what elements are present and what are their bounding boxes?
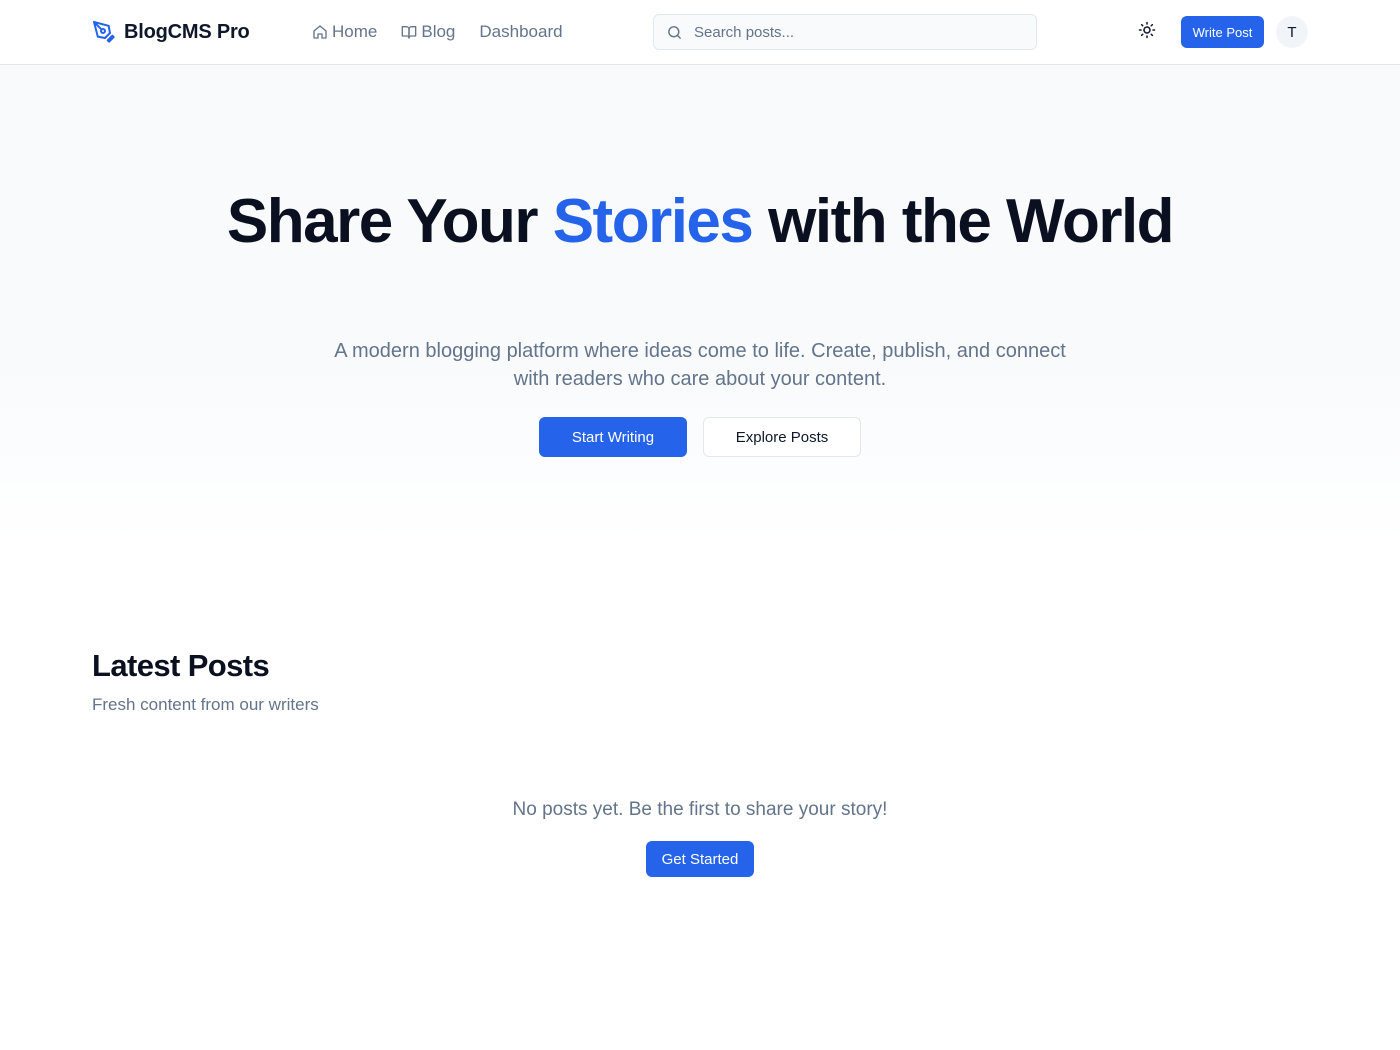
brand-name: BlogCMS Pro: [124, 20, 250, 43]
nav-item-label: Blog: [421, 22, 456, 41]
hero-subtitle: A modern blogging platform where ideas c…: [334, 340, 1066, 390]
hero-actions: Start Writing Explore Posts: [539, 417, 861, 457]
search-icon: [666, 24, 683, 41]
nav-item-label: Home: [332, 22, 378, 41]
book-open-icon: [401, 24, 417, 40]
nav-item-label: Dashboard: [479, 22, 563, 41]
pen-tool-icon: [92, 20, 116, 44]
nav-item-dashboard[interactable]: Dashboard: [479, 22, 562, 42]
nav-item-blog[interactable]: Blog: [401, 22, 455, 42]
theme-toggle-button[interactable]: [1132, 17, 1162, 47]
explore-posts-button[interactable]: Explore Posts: [703, 417, 861, 457]
search-box: [653, 14, 1037, 50]
hero-section: [0, 65, 1400, 545]
hero-title-accent: Stories: [552, 187, 754, 256]
write-post-button[interactable]: Write Post: [1181, 16, 1264, 48]
hero-title: Share Your Stories with the World: [200, 191, 1200, 253]
get-started-button[interactable]: Get Started: [646, 841, 754, 877]
main-nav: Home Blog Dashboard: [312, 20, 563, 44]
hero-title-part2: with the World: [768, 187, 1174, 256]
brand-logo[interactable]: BlogCMS Pro: [92, 19, 250, 45]
latest-posts-title: Latest Posts: [92, 648, 270, 683]
nav-item-home[interactable]: Home: [312, 22, 377, 42]
top-navbar: BlogCMS Pro Home Blog Dashboard Search p…: [0, 0, 1400, 65]
latest-posts-subtitle: Fresh content from our writers: [92, 695, 319, 714]
search-input[interactable]: [694, 15, 1024, 49]
home-icon: [312, 24, 328, 40]
hero-title-part1: Share Your: [226, 187, 539, 256]
avatar[interactable]: T: [1276, 16, 1308, 48]
sun-icon: [1138, 21, 1156, 44]
start-writing-button[interactable]: Start Writing: [539, 417, 687, 457]
empty-state-text: No posts yet. Be the first to share your…: [512, 799, 888, 820]
